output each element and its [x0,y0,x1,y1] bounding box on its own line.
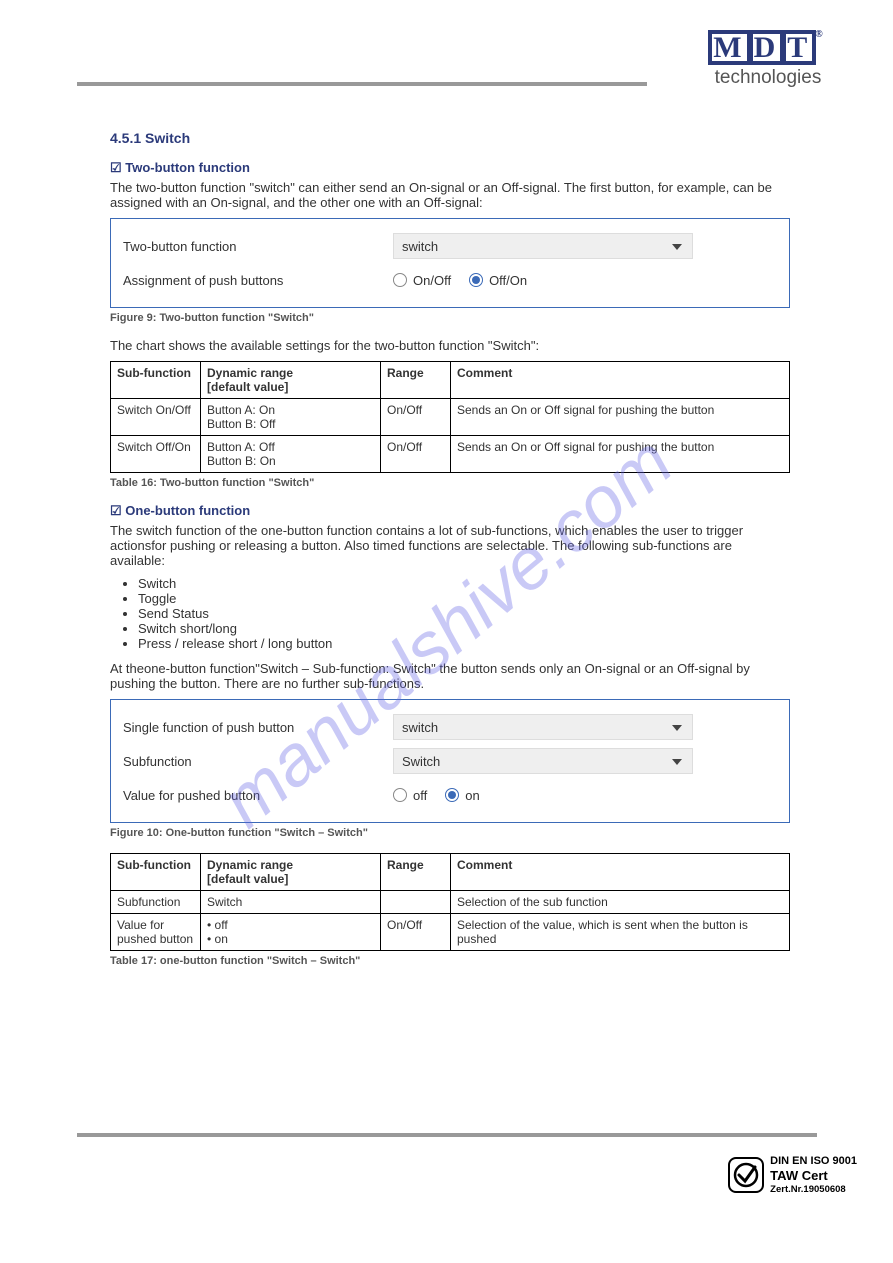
figure-caption: Figure 10: One-button function "Switch –… [110,827,790,839]
subfunction-dropdown[interactable]: Switch [393,748,693,774]
param-label: Subfunction [123,754,393,769]
param-label: Single function of push button [123,720,393,735]
table-16: Sub-function Dynamic range [default valu… [110,361,790,473]
radio-off[interactable]: off [393,788,427,803]
taw-icon [728,1157,764,1193]
paragraph: The two-button function "switch" can eit… [110,180,790,210]
table-caption: Table 17: one-button function "Switch – … [110,955,790,967]
paragraph: The chart shows the available settings f… [110,338,790,353]
top-divider [77,82,647,86]
radio-on[interactable]: on [445,788,479,803]
paragraph: The switch function of the one-button fu… [110,523,790,568]
figure-caption: Figure 9: Two-button function "Switch" [110,312,790,324]
bottom-divider [77,1133,817,1137]
param-label: Assignment of push buttons [123,273,393,288]
paragraph: At theone-button function"Switch – Sub-f… [110,661,790,691]
subfunction-list: Switch Toggle Send Status Switch short/l… [138,576,790,651]
subheading-two-button: ☑ Two-button function [110,160,790,176]
subheading-one-button: ☑ One-button function [110,503,790,519]
radio-on-off[interactable]: On/Off [393,273,451,288]
single-function-dropdown[interactable]: switch [393,714,693,740]
table-caption: Table 16: Two-button function "Switch" [110,477,790,489]
param-label: Two-button function [123,239,393,254]
section-heading: 4.5.1 Switch [110,130,790,146]
brand-logo: MDT® technologies [698,30,838,89]
table-17: Sub-function Dynamic range [default valu… [110,853,790,951]
figure-9-box: Two-button function switch Assignment of… [110,218,790,308]
document-content: 4.5.1 Switch ☑ Two-button function The t… [110,130,790,981]
certification-badge: DIN EN ISO 9001 TAW Cert Zert.Nr.1905060… [728,1155,857,1195]
figure-10-box: Single function of push button switch Su… [110,699,790,823]
radio-off-on[interactable]: Off/On [469,273,527,288]
param-label: Value for pushed button [123,788,393,803]
two-button-function-dropdown[interactable]: switch [393,233,693,259]
